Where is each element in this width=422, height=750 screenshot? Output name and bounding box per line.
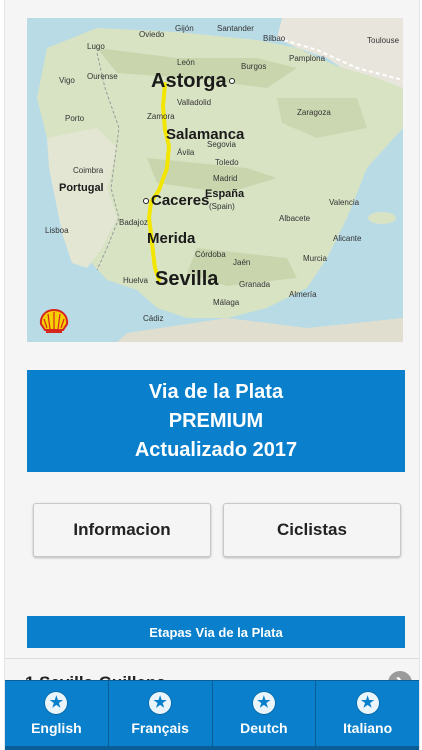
map-label-gijon: Gijón: [175, 24, 194, 33]
route-map: Astorga Salamanca Caceres Merida Sevilla…: [27, 18, 403, 342]
map-label-zaragoza: Zaragoza: [297, 108, 331, 117]
informacion-button[interactable]: Informacion: [33, 503, 211, 557]
map-city-sevilla: Sevilla: [155, 268, 219, 290]
nav-english-label: English: [31, 719, 82, 736]
map-country-spain: España: [205, 188, 245, 200]
nav-deutch[interactable]: ★ Deutch: [212, 681, 317, 746]
map-label-cadiz: Cádiz: [143, 314, 164, 323]
map-label-almeria: Almería: [289, 290, 317, 299]
map-label-santander: Santander: [217, 24, 254, 33]
shell-logo: [39, 308, 69, 333]
map-label-toledo: Toledo: [215, 158, 239, 167]
nav-deutch-label: Deutch: [240, 719, 288, 736]
map-label-valladolid: Valladolid: [177, 98, 212, 107]
map-label-porto: Porto: [65, 114, 85, 123]
nav-italiano-label: Italiano: [343, 719, 393, 736]
app-screen: Astorga Salamanca Caceres Merida Sevilla…: [4, 0, 420, 750]
map-label-cordoba: Córdoba: [195, 250, 226, 259]
map-label-burgos: Burgos: [241, 62, 267, 71]
map-label-lisboa: Lisboa: [45, 226, 69, 235]
map-label-lugo: Lugo: [87, 42, 105, 51]
map-label-valencia: Valencia: [329, 198, 360, 207]
nav-francais[interactable]: ★ Français: [108, 681, 213, 746]
star-icon: ★: [149, 691, 172, 714]
map-label-avila: Ávila: [177, 148, 195, 157]
map-label-murcia: Murcia: [303, 254, 328, 263]
map-label-coimbra: Coimbra: [73, 166, 104, 175]
map-label-leon: León: [177, 58, 195, 67]
map-country-spain-sub: (Spain): [209, 202, 235, 211]
ciclistas-button[interactable]: Ciclistas: [223, 503, 401, 557]
star-icon: ★: [45, 691, 68, 714]
map-label-zamora: Zamora: [147, 112, 175, 121]
nav-english[interactable]: ★ English: [5, 681, 109, 746]
nav-italiano[interactable]: ★ Italiano: [316, 681, 419, 746]
map-label-vigo: Vigo: [59, 76, 75, 85]
map-label-pamplona: Pamplona: [289, 54, 326, 63]
map-label-malaga: Málaga: [213, 298, 240, 307]
map-country-portugal: Portugal: [59, 182, 104, 194]
map-label-oviedo: Oviedo: [139, 30, 165, 39]
app-title-banner: Via de la Plata PREMIUM Actualizado 2017: [27, 370, 405, 472]
star-icon: ★: [356, 691, 379, 714]
map-label-madrid: Madrid: [213, 174, 238, 183]
map-city-merida: Merida: [147, 230, 196, 247]
stages-header: Etapas Via de la Plata: [27, 616, 405, 648]
title-line-3: Actualizado 2017: [134, 438, 298, 461]
map-label-badajoz: Badajoz: [119, 218, 148, 227]
bottom-edge: [5, 746, 419, 750]
map-label-huelva: Huelva: [123, 276, 148, 285]
map-label-toulouse: Toulouse: [367, 36, 400, 45]
map-label-segovia: Segovia: [207, 140, 236, 149]
map-label-ourense: Ourense: [87, 72, 118, 81]
map-city-caceres: Caceres: [141, 192, 209, 209]
title-line-2: PREMIUM: [168, 409, 264, 432]
map-city-astorga: Astorga: [151, 70, 237, 93]
map-label-granada: Granada: [239, 280, 271, 289]
nav-francais-label: Français: [131, 719, 189, 736]
language-nav-bar: ★ English ★ Français ★ Deutch ★ Italiano: [5, 680, 419, 746]
map-label-albacete: Albacete: [279, 214, 311, 223]
title-line-1: Via de la Plata: [148, 380, 284, 403]
map-label-jaen: Jaén: [233, 258, 251, 267]
map-label-alicante: Alicante: [333, 234, 362, 243]
star-icon: ★: [252, 691, 275, 714]
map-label-bilbao: Bilbao: [263, 34, 286, 43]
